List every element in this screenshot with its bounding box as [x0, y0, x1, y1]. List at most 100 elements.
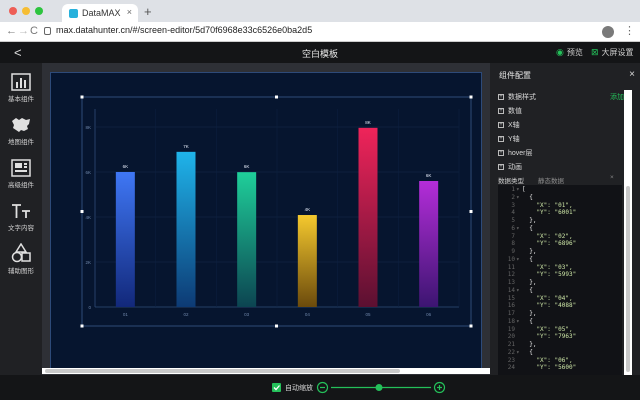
line-number: 24	[507, 364, 515, 372]
section-label: 数值	[508, 108, 522, 115]
data-label: 4K	[305, 207, 311, 212]
address-bar: ← → C max.datahunter.cn/#/screen-editor/…	[0, 22, 640, 42]
close-window-icon[interactable]	[9, 7, 17, 15]
sidebar-item-label: 基本组件	[8, 96, 34, 103]
back-arrow-icon[interactable]: ←	[6, 25, 17, 37]
preview-label: 预览	[566, 48, 583, 57]
bar[interactable]	[358, 127, 378, 307]
json-code-editor[interactable]: 1 ▾[2 ▾ {3 "X": "01", 4 "Y": "6001" 5 }, 6 ▾ {…	[498, 185, 622, 375]
sidebar-item-label: 文字内容	[8, 225, 34, 232]
y-tick-label: 8K	[85, 125, 91, 130]
bar[interactable]	[297, 215, 317, 307]
x-tick-label: 04	[305, 312, 311, 317]
section-hover[interactable]: + hover层	[498, 148, 533, 158]
maximize-window-icon[interactable]	[35, 7, 43, 15]
eye-icon: ◉	[556, 47, 564, 57]
sidebar-item-label: 地图组件	[8, 139, 34, 146]
resize-handle[interactable]	[80, 95, 84, 99]
close-tab-icon[interactable]: ×	[127, 7, 132, 17]
section-x-axis[interactable]: + X轴	[498, 120, 520, 130]
code-line: 24 "Y": "5600"	[498, 364, 622, 372]
x-tick-label: 03	[244, 312, 250, 317]
section-y-axis[interactable]: + Y轴	[498, 134, 520, 144]
preview-button[interactable]: ◉ 预览	[556, 47, 583, 58]
clear-icon[interactable]: ×	[610, 174, 614, 181]
data-label: 7K	[183, 144, 189, 149]
resize-handle[interactable]	[275, 324, 278, 328]
sidebar-item-label: 辅助图形	[8, 268, 34, 275]
selection-frame[interactable]	[81, 96, 472, 327]
zoom-slider[interactable]	[316, 381, 446, 394]
resize-handle[interactable]	[469, 210, 473, 213]
bar[interactable]	[115, 171, 135, 307]
bar[interactable]	[176, 151, 196, 307]
shapes-icon	[11, 243, 31, 263]
expand-icon: +	[498, 150, 504, 156]
expand-icon: +	[498, 108, 504, 114]
resize-handle[interactable]	[469, 95, 473, 99]
section-value[interactable]: + 数值	[498, 106, 522, 116]
y-tick-label: 0	[88, 305, 91, 310]
page-title: 空白模板	[301, 49, 338, 59]
tab-title: DataMAX	[82, 8, 121, 18]
sidebar-item-basic[interactable]: 基本组件	[0, 73, 42, 103]
checkbox-checked-icon[interactable]	[272, 383, 281, 392]
data-label: 6K	[426, 173, 432, 178]
forward-arrow-icon[interactable]: →	[18, 25, 29, 37]
data-label: 8K	[365, 120, 371, 125]
y-tick-label: 2K	[85, 260, 91, 265]
bar[interactable]	[237, 172, 257, 307]
browser-menu-icon[interactable]: ⋮	[624, 24, 635, 37]
reload-icon[interactable]: C	[30, 25, 38, 37]
horizontal-scrollbar[interactable]	[42, 368, 490, 374]
browser-tab[interactable]: DataMAX ×	[62, 4, 138, 22]
minimize-window-icon[interactable]	[22, 7, 30, 15]
url-input[interactable]: max.datahunter.cn/#/screen-editor/5d70f6…	[56, 25, 312, 35]
horizontal-scroll-thumb[interactable]	[45, 369, 400, 373]
screen-settings-button[interactable]: ⊠ 大屏设置	[591, 47, 634, 58]
screen-canvas[interactable]: 0 2K 4K 6K 8K 6K 01 7K 02 6K 03 4K 04 8K 05 6K 06	[50, 72, 482, 370]
section-data-style[interactable]: + 数据样式	[498, 92, 536, 102]
auto-zoom-label: 自动缩放	[285, 385, 313, 392]
sidebar-item-label: 高级组件	[8, 182, 34, 189]
panel-title: 组件配置	[499, 71, 531, 80]
advanced-icon	[11, 159, 31, 177]
section-animation[interactable]: + 动画	[498, 162, 522, 172]
data-label: 6K	[244, 164, 250, 169]
resize-handle[interactable]	[80, 324, 84, 328]
resize-handle[interactable]	[469, 324, 473, 328]
text-icon	[12, 204, 30, 218]
resize-handle[interactable]	[80, 210, 84, 213]
canvas-workspace[interactable]: 0 2K 4K 6K 8K 6K 01 7K 02 6K 03 4K 04 8K 05 6K 06	[42, 63, 490, 375]
zoom-handle[interactable]	[375, 384, 383, 391]
sidebar-item-map[interactable]: 地图组件	[0, 116, 42, 146]
vertical-scrollbar[interactable]	[624, 90, 632, 375]
close-panel-icon[interactable]: ×	[629, 69, 635, 80]
zoom-bar: 自动缩放	[0, 375, 640, 400]
x-tick-label: 06	[426, 312, 432, 317]
profile-avatar[interactable]	[602, 26, 614, 38]
bar[interactable]	[419, 181, 439, 307]
component-sidebar: 基本组件 地图组件 高级组件 文字内容 辅助图形	[0, 63, 42, 400]
y-tick-label: 4K	[85, 215, 91, 220]
expand-icon: +	[498, 94, 504, 100]
expand-icon: +	[498, 164, 504, 170]
vertical-scroll-thumb[interactable]	[626, 186, 630, 372]
x-tick-label: 01	[123, 312, 129, 317]
sidebar-item-shapes[interactable]: 辅助图形	[0, 243, 42, 275]
expand-icon: +	[498, 136, 504, 142]
x-tick-label: 05	[365, 312, 371, 317]
bar-chart[interactable]: 0 2K 4K 6K 8K 6K 01 7K 02 6K 03 4K 04 8K 05 6K 06	[51, 73, 483, 371]
resize-handle[interactable]	[275, 95, 278, 99]
sidebar-item-text[interactable]: 文字内容	[0, 202, 42, 232]
browser-tab-strip: DataMAX × +	[0, 0, 640, 22]
section-label: 动画	[508, 164, 522, 171]
sidebar-item-advanced[interactable]: 高级组件	[0, 159, 42, 189]
y-tick-label: 6K	[85, 170, 91, 175]
section-label: 数据样式	[508, 94, 536, 101]
section-label: X轴	[508, 122, 520, 129]
add-button[interactable]: 添加	[610, 92, 624, 102]
data-type-select[interactable]: 静态数据	[538, 175, 564, 185]
new-tab-button[interactable]: +	[144, 4, 152, 19]
chart-icon	[11, 73, 31, 91]
